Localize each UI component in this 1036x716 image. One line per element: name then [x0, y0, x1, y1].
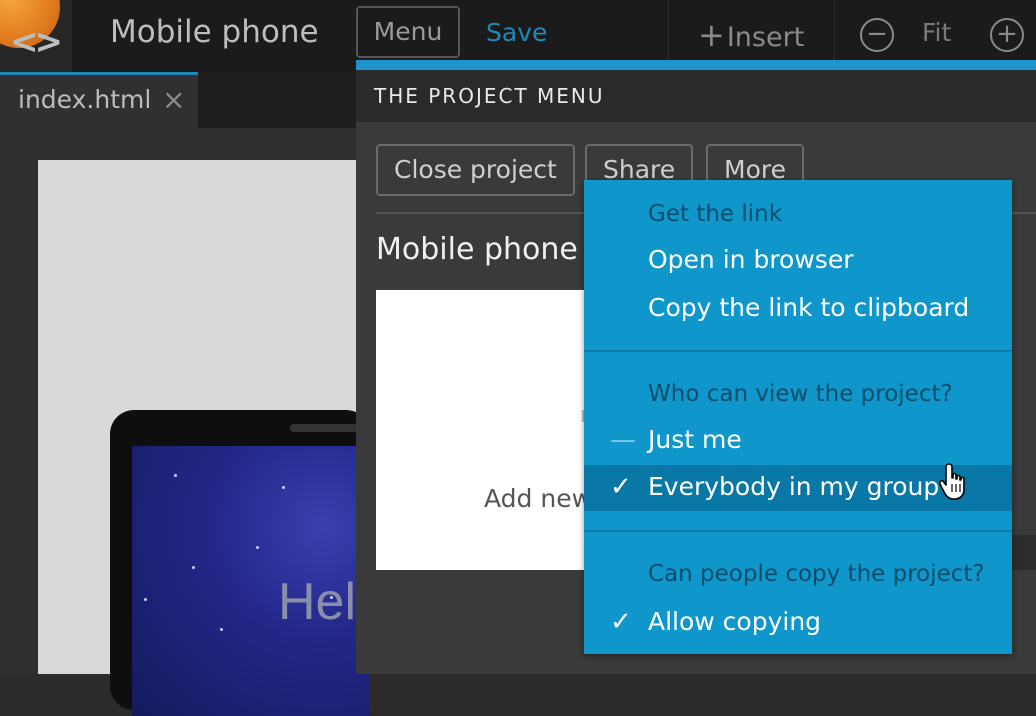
- menu-separator: [584, 530, 1012, 532]
- design-canvas[interactable]: Hel: [0, 128, 370, 716]
- app-logo-icon[interactable]: <>: [0, 0, 72, 72]
- plus-icon: +: [698, 16, 725, 54]
- insert-button[interactable]: +Insert: [698, 16, 804, 54]
- toolbar-divider: [668, 0, 669, 60]
- hero-heading: Hel: [278, 573, 357, 631]
- menu-button[interactable]: Menu: [356, 6, 460, 58]
- toolbar-divider: [834, 0, 835, 60]
- get-link-heading: Get the link: [648, 201, 783, 227]
- add-new-label[interactable]: Add new: [484, 484, 592, 513]
- close-project-button[interactable]: Close project: [376, 144, 575, 196]
- menu-separator: [584, 350, 1012, 352]
- insert-label: Insert: [726, 22, 805, 53]
- panel-header: THE PROJECT MENU: [356, 70, 1036, 122]
- panel-accent-bar: [356, 60, 1036, 70]
- can-copy-heading: Can people copy the project?: [648, 561, 985, 587]
- close-tab-icon[interactable]: ×: [162, 83, 185, 116]
- tab-label: index.html: [18, 85, 152, 114]
- zoom-fit-button[interactable]: Fit: [922, 18, 951, 47]
- artboard: Hel: [38, 160, 370, 716]
- share-dropdown-menu: Get the link Open in browser Copy the li…: [584, 180, 1012, 654]
- checkmark-icon: ✓: [610, 472, 632, 502]
- project-name: Mobile phone: [376, 232, 578, 267]
- hand-cursor-icon: [938, 463, 965, 500]
- project-title: Mobile phone: [110, 14, 319, 50]
- file-tab-bar: index.html ×: [0, 72, 356, 128]
- zoom-out-icon[interactable]: −: [860, 18, 894, 52]
- allow-copying-option[interactable]: ✓ Allow copying: [584, 600, 1012, 644]
- unselected-dash-icon: —: [610, 425, 636, 455]
- project-card[interactable]: Add new: [376, 290, 616, 570]
- zoom-in-icon[interactable]: +: [990, 18, 1024, 52]
- just-me-option[interactable]: — Just me: [584, 418, 1012, 462]
- panel-title: THE PROJECT MENU: [374, 84, 605, 108]
- open-in-browser-item[interactable]: Open in browser: [584, 238, 1012, 282]
- who-can-view-heading: Who can view the project?: [648, 381, 953, 407]
- phone-mockup: Hel: [110, 410, 370, 716]
- checkmark-icon: ✓: [610, 607, 632, 637]
- save-button[interactable]: Save: [486, 18, 547, 47]
- tab-index-html[interactable]: index.html ×: [0, 72, 198, 128]
- phone-screen: Hel: [132, 446, 370, 716]
- copy-link-item[interactable]: Copy the link to clipboard: [584, 286, 1012, 330]
